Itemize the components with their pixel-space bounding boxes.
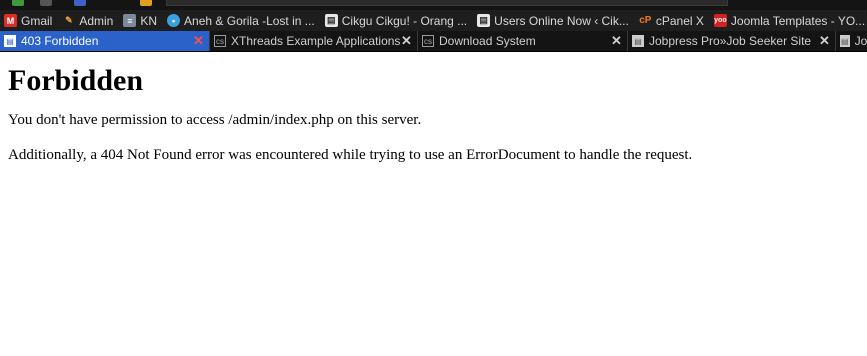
bookmark-label: Admin (79, 13, 114, 28)
bookmark-label: Cikgu Cikgu! - Orang ... (341, 13, 468, 28)
bookmark-aneh-gorila[interactable]: • Aneh & Gorila -Lost in ... (163, 10, 315, 31)
browser-toolbar-remnant (0, 0, 867, 10)
close-tab-icon[interactable]: ✕ (400, 33, 413, 48)
page-icon: ▤ (4, 35, 16, 47)
back-icon[interactable] (12, 0, 24, 6)
tab-xthreads[interactable]: cs XThreads Example Applications ✕ (210, 31, 418, 51)
address-bar[interactable] (166, 0, 728, 6)
page-icon: ▤ (477, 14, 491, 27)
bookmark-admin[interactable]: ✎ Admin (58, 10, 113, 31)
tab-title: Jobpress Pro»Job Seeker Site (649, 34, 812, 48)
close-tab-icon[interactable]: ✕ (192, 33, 205, 48)
kn-icon: ≡ (123, 14, 137, 27)
page-content: Forbidden You don't have permission to a… (8, 52, 858, 182)
close-tab-icon[interactable]: ✕ (610, 33, 623, 48)
tab-title: Download System (439, 34, 536, 48)
bookmark-kn[interactable]: ≡ KN (119, 10, 157, 31)
bookmark-label: Users Online Now ‹ Cik... (494, 13, 629, 28)
bookmark-label: KN (140, 13, 158, 28)
tab-download-system[interactable]: cs Download System ✕ (418, 31, 628, 51)
tab-403-forbidden[interactable]: ▤ 403 Forbidden ✕ (0, 31, 210, 51)
close-tab-icon[interactable]: ✕ (818, 33, 831, 48)
bookmark-gmail[interactable]: M Gmail (0, 10, 52, 31)
chat-icon: • (167, 14, 181, 27)
home-icon[interactable] (140, 0, 152, 6)
bookmark-joomla[interactable]: yoo Joomla Templates - YO... (710, 10, 865, 31)
bookmark-users-online[interactable]: ▤ Users Online Now ‹ Cik... (473, 10, 629, 31)
bookmarks-bar: M Gmail ✎ Admin ≡ KN • Aneh & Gorila -Lo… (0, 10, 867, 31)
code-page-icon: cs (214, 35, 226, 47)
tab-bar: ▤ 403 Forbidden ✕ cs XThreads Example Ap… (0, 31, 867, 52)
page-icon: ▤ (632, 35, 644, 47)
forward-icon[interactable] (40, 0, 52, 6)
tab-title: Jo (854, 34, 867, 48)
tab-jo[interactable]: ▤ Jo (836, 31, 867, 51)
bookmark-label: Aneh & Gorila -Lost in ... (184, 13, 315, 28)
page-icon: ▤ (840, 35, 850, 47)
cpanel-icon: cP (639, 15, 652, 26)
code-page-icon: cs (422, 35, 434, 47)
bookmark-label: Gmail (21, 13, 53, 28)
tab-title: 403 Forbidden (21, 34, 99, 48)
bookmark-label: cPanel X (655, 13, 704, 28)
page-title: Forbidden (8, 64, 144, 97)
tab-title: XThreads Example Applications (231, 34, 401, 48)
gmail-icon: M (4, 14, 17, 27)
reload-icon[interactable] (74, 0, 86, 6)
admin-icon: ✎ (65, 15, 73, 25)
tab-jobpress[interactable]: ▤ Jobpress Pro»Job Seeker Site ✕ (628, 31, 836, 51)
page-icon: ▤ (324, 14, 338, 27)
bookmark-cikgu[interactable]: ▤ Cikgu Cikgu! - Orang ... (321, 10, 467, 31)
yoo-icon: yoo (713, 14, 727, 27)
error-message: You don't have permission to access /adm… (8, 112, 422, 128)
error-note: Additionally, a 404 Not Found error was … (8, 147, 693, 163)
bookmark-label: Joomla Templates - YO... (730, 13, 866, 28)
bookmark-cpanel[interactable]: cP cPanel X (635, 10, 704, 31)
